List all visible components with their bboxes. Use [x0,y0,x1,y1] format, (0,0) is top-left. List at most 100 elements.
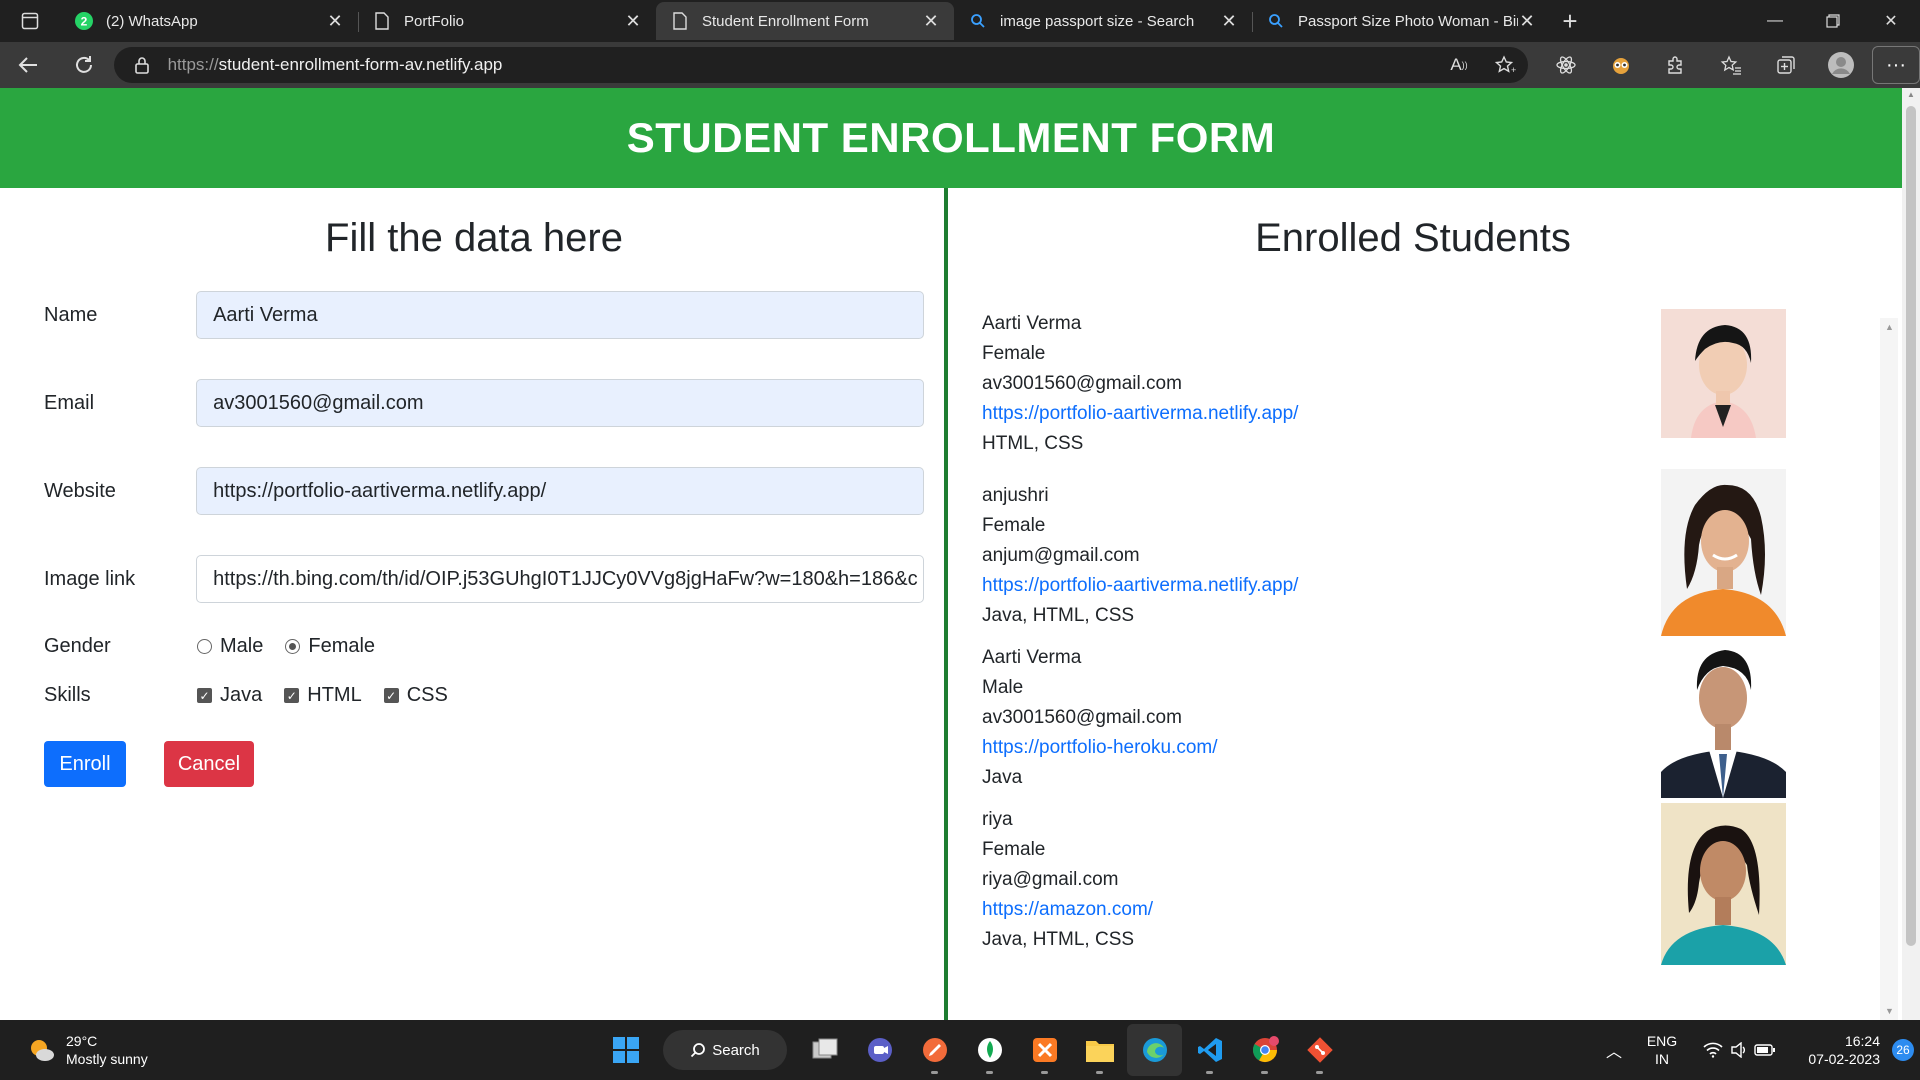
app-edge[interactable] [1127,1024,1182,1076]
browser-tab-bar: 2 (2) WhatsApp ✕ PortFolio ✕ Student Enr… [0,0,1920,42]
tab-actions-icon [21,12,39,30]
app-vscode[interactable] [1182,1024,1237,1076]
student-list: Aarti Verma Female av3001560@gmail.com h… [982,309,1792,965]
close-icon[interactable]: ✕ [624,11,642,32]
enroll-button[interactable]: Enroll [44,741,126,787]
url-host: student-enrollment-form-av.netlify.app [218,55,503,74]
student-photo [1661,469,1786,636]
gender-row: Gender Male Female [44,635,924,658]
gender-options: Male Female [197,635,397,658]
back-button[interactable] [0,42,56,88]
student-website-link[interactable]: https://portfolio-heroku.com/ [982,737,1218,758]
gender-label: Gender [44,635,111,657]
app-xampp[interactable] [1017,1024,1072,1076]
edge-browser-icon [1142,1038,1167,1062]
web-page: STUDENT ENROLLMENT FORM Fill the data he… [0,88,1902,1020]
scrollbar-thumb[interactable] [1906,106,1916,946]
tab-whatsapp[interactable]: 2 (2) WhatsApp ✕ [60,2,358,40]
inner-scrollbar[interactable]: ▲ ▼ [1880,318,1898,1020]
weather-widget[interactable]: 29°C Mostly sunny [26,1032,148,1068]
student-photo [1661,638,1786,798]
tab-student-enrollment-form[interactable]: Student Enrollment Form ✕ [656,2,954,40]
new-tab-button[interactable]: + [1550,0,1590,42]
windows-logo-icon [612,1037,639,1063]
checkbox-java[interactable]: ✓ [197,688,212,703]
tab-image-passport-search[interactable]: image passport size - Search ✕ [954,2,1252,40]
clock[interactable]: 16:24 07-02-2023 [1794,1032,1880,1068]
windows-taskbar: 29°C Mostly sunny Search ︿ ENG IN 16:24 … [0,1020,1920,1080]
student-website-link[interactable]: https://portfolio-aartiverma.netlify.app… [982,575,1298,596]
page-header: STUDENT ENROLLMENT FORM [0,88,1902,188]
react-devtools-icon[interactable] [1538,45,1593,85]
checkbox-css[interactable]: ✓ [383,688,399,703]
app-file-explorer[interactable] [1072,1024,1127,1076]
back-arrow-icon [18,57,37,73]
skill-option-html[interactable]: ✓ HTML [284,684,362,707]
skill-css-label: CSS [406,684,448,706]
gender-option-male[interactable]: Male [197,635,263,658]
restore-button[interactable] [1804,0,1862,42]
close-icon[interactable]: ✕ [922,11,940,32]
close-icon[interactable]: ✕ [1220,11,1238,32]
search-icon [691,1043,706,1058]
collections-icon[interactable] [1758,45,1813,85]
sun-cloud-icon [31,1040,54,1061]
cancel-button[interactable]: Cancel [164,741,254,787]
email-field[interactable]: av3001560@gmail.com [196,379,924,427]
student-website-link[interactable]: https://portfolio-aartiverma.netlify.app… [982,403,1298,424]
start-button[interactable] [598,1024,653,1076]
extensions-icon[interactable] [1648,45,1703,85]
close-icon[interactable]: ✕ [1518,11,1536,32]
radio-female[interactable] [285,639,301,654]
image-link-field[interactable]: https://th.bing.com/th/id/OIP.j53GUhgI0T… [196,555,924,603]
app-git[interactable] [1292,1024,1347,1076]
student-website-link[interactable]: https://amazon.com/ [982,899,1153,920]
scroll-up-arrow-icon[interactable]: ▲ [1907,90,1915,99]
settings-more-button[interactable]: ··· [1872,46,1920,84]
gender-option-female[interactable]: Female [285,635,375,658]
vscode-icon [1197,1038,1222,1062]
notification-badge[interactable]: 26 [1892,1039,1914,1061]
quick-settings[interactable] [1700,1042,1778,1058]
task-view-button[interactable] [797,1024,852,1076]
name-field[interactable]: Aarti Verma [196,291,924,339]
website-field[interactable]: https://portfolio-aartiverma.netlify.app… [196,467,924,515]
radio-male[interactable] [197,639,212,654]
skill-java-label: Java [220,684,263,706]
page-scrollbar[interactable]: ▲ [1902,88,1920,1020]
checkbox-html[interactable]: ✓ [284,688,300,703]
show-hidden-icons-button[interactable]: ︿ [1594,1038,1634,1062]
close-window-button[interactable]: ✕ [1862,0,1920,42]
language-indicator[interactable]: ENG IN [1634,1032,1690,1068]
app-chrome[interactable] [1237,1024,1292,1076]
speaker-icon [1726,1042,1752,1058]
tab-actions-button[interactable] [0,0,60,42]
tab-portfolio[interactable]: PortFolio ✕ [358,2,656,40]
read-aloud-icon[interactable]: A)) [1436,55,1482,75]
skill-option-java[interactable]: ✓ Java [197,684,262,707]
teams-chat-app[interactable] [852,1024,907,1076]
wifi-icon [1700,1042,1726,1058]
taskbar-search[interactable]: Search [663,1030,787,1070]
tab-passport-photo-woman[interactable]: Passport Size Photo Woman - Bin ✕ [1252,2,1550,40]
extension-owl-icon[interactable] [1593,45,1648,85]
scroll-up-arrow-icon[interactable]: ▲ [1885,322,1894,332]
close-icon[interactable]: ✕ [326,11,344,32]
minimize-button[interactable]: — [1746,0,1804,42]
url-protocol: https:// [167,55,219,74]
profile-avatar[interactable] [1813,45,1868,85]
app-mongodb[interactable] [962,1024,1017,1076]
lang-line1: ENG [1646,1033,1678,1049]
favorites-icon[interactable] [1703,45,1758,85]
url-field[interactable]: https://student-enrollment-form-av.netli… [113,47,1528,83]
skill-option-css[interactable]: ✓ CSS [383,684,448,707]
website-label: Website [44,479,116,502]
app-pen[interactable] [907,1024,962,1076]
student-photo [1661,803,1786,965]
scroll-down-arrow-icon[interactable]: ▼ [1885,1006,1894,1016]
chrome-icon [1252,1036,1279,1063]
refresh-button[interactable] [56,42,112,88]
name-row: Name Aarti Verma [44,291,924,339]
tab-title: (2) WhatsApp [106,12,198,30]
add-favorite-icon[interactable]: + [1482,55,1528,75]
